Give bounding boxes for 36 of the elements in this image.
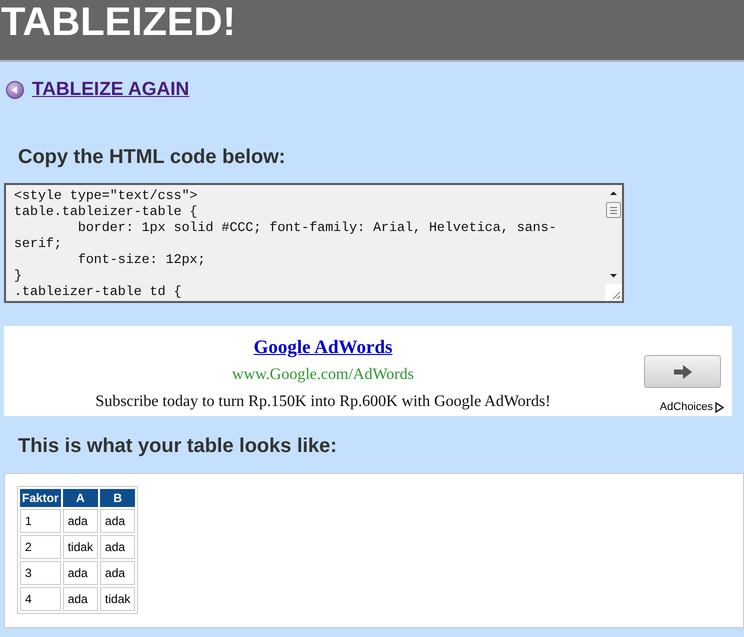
- code-line: .tableizer-table td {: [14, 284, 182, 300]
- table-cell: ada: [62, 587, 98, 611]
- table-cell: ada: [100, 535, 136, 559]
- ad-text: Subscribe today to turn Rp.150K into Rp.600K with Google AdWords!: [95, 392, 551, 412]
- table-cell: tidak: [62, 535, 98, 559]
- code-line: font-size: 12px;: [76, 252, 206, 268]
- code-line: <style type="text/css">: [14, 188, 198, 204]
- ad-title-link[interactable]: Google AdWords: [254, 334, 392, 361]
- table-cell: tidak: [100, 587, 136, 611]
- table-cell: 4: [20, 587, 61, 611]
- table-cell: 1: [20, 509, 61, 533]
- column-header: B: [100, 489, 136, 507]
- adchoices-link[interactable]: AdChoices: [660, 401, 724, 414]
- code-field[interactable]: <style type="text/css"> table.tableizer-table { border: 1px solid #CCC; font-family: Arial, Helvetica, sans- serif; font-size: 12px; } .tableizer-table td {: [4, 183, 624, 303]
- page-title: TABLEIZED!: [1, 2, 236, 42]
- resize-grip-icon[interactable]: [605, 284, 622, 301]
- table-cell: ada: [100, 509, 136, 533]
- column-header: A: [62, 489, 98, 507]
- section-heading: This is what your table looks like:: [18, 434, 337, 458]
- code-line: border: 1px solid #CCC; font-family: Arial, Helvetica, sans-: [76, 220, 557, 236]
- table-cell: 2: [20, 535, 61, 559]
- table-cell: ada: [100, 561, 136, 585]
- tableize-again-link[interactable]: TABLEIZE AGAIN: [32, 79, 190, 101]
- play-triangle-icon: [715, 402, 724, 413]
- section-heading: Copy the HTML code below:: [18, 145, 286, 169]
- right-arrow-icon: [674, 364, 692, 378]
- table-cell: ada: [62, 561, 98, 585]
- code-line: }: [14, 268, 22, 284]
- scrollbar-thumb[interactable]: [606, 202, 621, 218]
- table-cell: ada: [62, 509, 98, 533]
- ad-url-link[interactable]: www.Google.com/AdWords: [232, 361, 414, 388]
- code-line: table.tableizer-table {: [14, 204, 198, 220]
- column-header: Faktor: [20, 489, 61, 507]
- code-line: serif;: [14, 236, 62, 252]
- ad-arrow-button[interactable]: [644, 355, 721, 388]
- table-cell: 3: [20, 561, 61, 585]
